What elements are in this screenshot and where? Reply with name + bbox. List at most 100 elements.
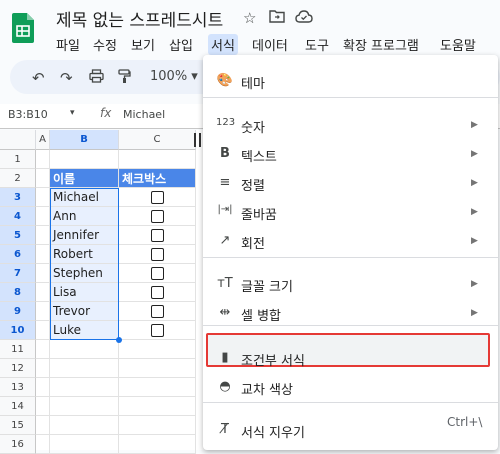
print-icon[interactable]	[89, 69, 104, 87]
zoom-select[interactable]: 100% ▾	[150, 69, 198, 84]
cell-c[interactable]	[119, 397, 196, 416]
cell-b[interactable]	[50, 435, 119, 454]
row-header[interactable]: 5	[0, 226, 36, 245]
cell-c[interactable]	[119, 435, 196, 454]
cell-a[interactable]	[36, 264, 50, 283]
cell-a[interactable]	[36, 226, 50, 245]
row-header[interactable]: 11	[0, 340, 36, 359]
row-header[interactable]: 14	[0, 397, 36, 416]
cell-a[interactable]	[36, 359, 50, 378]
name-cell[interactable]: Jennifer	[50, 226, 119, 245]
cell-b[interactable]	[50, 150, 119, 169]
formula-input[interactable]: Michael	[123, 108, 165, 121]
row-header[interactable]: 13	[0, 378, 36, 397]
row-header[interactable]: 6	[0, 245, 36, 264]
cloud-status-icon[interactable]	[295, 9, 313, 27]
cell-a[interactable]	[36, 207, 50, 226]
checkbox[interactable]	[150, 285, 164, 299]
cell-c[interactable]	[119, 150, 196, 169]
name-box-dropdown-icon[interactable]: ▾	[70, 108, 75, 118]
cell-a[interactable]	[36, 150, 50, 169]
column-header-a[interactable]: A	[36, 130, 50, 150]
name-cell[interactable]: Ann	[50, 207, 119, 226]
cell-a[interactable]	[36, 245, 50, 264]
checkbox-cell[interactable]	[119, 302, 196, 321]
cell-b[interactable]	[50, 340, 119, 359]
cell-b[interactable]	[50, 416, 119, 435]
cell-a[interactable]	[36, 416, 50, 435]
cell-a[interactable]	[36, 188, 50, 207]
menu-tools[interactable]: 도구	[302, 34, 332, 55]
checkbox[interactable]	[150, 304, 164, 318]
document-title[interactable]: 제목 없는 스프레드시트	[56, 6, 223, 31]
name-cell[interactable]: Luke	[50, 321, 119, 340]
name-cell[interactable]: Lisa	[50, 283, 119, 302]
cell-c[interactable]	[119, 359, 196, 378]
row-header[interactable]: 16	[0, 435, 36, 454]
checkbox[interactable]	[150, 209, 164, 223]
checkbox-cell[interactable]	[119, 245, 196, 264]
checkbox[interactable]	[150, 247, 164, 261]
row-header[interactable]: 1	[0, 150, 36, 169]
name-cell[interactable]: Robert	[50, 245, 119, 264]
select-all-corner[interactable]	[0, 130, 36, 150]
cell-a[interactable]	[36, 321, 50, 340]
name-box[interactable]: B3:B10	[8, 108, 48, 121]
header-cell-checkbox[interactable]: 체크박스	[119, 169, 196, 188]
name-cell[interactable]: Trevor	[50, 302, 119, 321]
cell-a[interactable]	[36, 302, 50, 321]
cell-c[interactable]	[119, 340, 196, 359]
header-cell-name[interactable]: 이름	[50, 169, 119, 188]
checkbox[interactable]	[150, 190, 164, 204]
redo-icon[interactable]: ↷	[60, 69, 73, 87]
menu-help[interactable]: 도움말	[437, 34, 479, 55]
fill-handle[interactable]	[116, 337, 122, 343]
row-header[interactable]: 7	[0, 264, 36, 283]
checkbox[interactable]	[150, 266, 164, 280]
menu-view[interactable]: 보기	[128, 34, 158, 55]
menu-edit[interactable]: 수정	[90, 34, 120, 55]
cell-a[interactable]	[36, 435, 50, 454]
menu-extensions[interactable]: 확장 프로그램	[340, 34, 422, 55]
cell-b[interactable]	[50, 378, 119, 397]
row-header[interactable]: 9	[0, 302, 36, 321]
cell-a[interactable]	[36, 169, 50, 188]
name-cell[interactable]: Stephen	[50, 264, 119, 283]
checkbox-cell[interactable]	[119, 188, 196, 207]
row-header[interactable]: 4	[0, 207, 36, 226]
checkbox-cell[interactable]	[119, 264, 196, 283]
undo-icon[interactable]: ↶	[32, 69, 45, 87]
checkbox[interactable]	[150, 228, 164, 242]
row-header[interactable]: 3	[0, 188, 36, 207]
cell-a[interactable]	[36, 283, 50, 302]
sheets-logo[interactable]	[12, 13, 34, 47]
menu-file[interactable]: 파일	[53, 34, 83, 55]
checkbox-cell[interactable]	[119, 207, 196, 226]
checkbox-cell[interactable]	[119, 321, 196, 340]
star-icon[interactable]: ☆	[243, 9, 256, 27]
column-resize-handle[interactable]	[194, 133, 201, 147]
checkbox-cell[interactable]	[119, 226, 196, 245]
column-header-c[interactable]: C	[119, 130, 196, 150]
cell-a[interactable]	[36, 397, 50, 416]
cell-b[interactable]	[50, 359, 119, 378]
cell-a[interactable]	[36, 340, 50, 359]
cell-c[interactable]	[119, 416, 196, 435]
cell-a[interactable]	[36, 378, 50, 397]
column-header-b[interactable]: B	[50, 130, 119, 150]
name-cell[interactable]: Michael	[50, 188, 119, 207]
checkbox[interactable]	[150, 323, 164, 337]
paint-format-icon[interactable]	[118, 69, 131, 88]
row-header[interactable]: 12	[0, 359, 36, 378]
cell-b[interactable]	[50, 397, 119, 416]
menu-format[interactable]: 서식	[208, 34, 238, 55]
row-header[interactable]: 2	[0, 169, 36, 188]
row-header[interactable]: 8	[0, 283, 36, 302]
move-to-folder-icon[interactable]	[269, 9, 285, 27]
checkbox-cell[interactable]	[119, 283, 196, 302]
menu-insert[interactable]: 삽입	[166, 34, 196, 55]
cell-c[interactable]	[119, 378, 196, 397]
row-header[interactable]: 15	[0, 416, 36, 435]
row-header[interactable]: 10	[0, 321, 36, 340]
menu-data[interactable]: 데이터	[249, 34, 291, 55]
